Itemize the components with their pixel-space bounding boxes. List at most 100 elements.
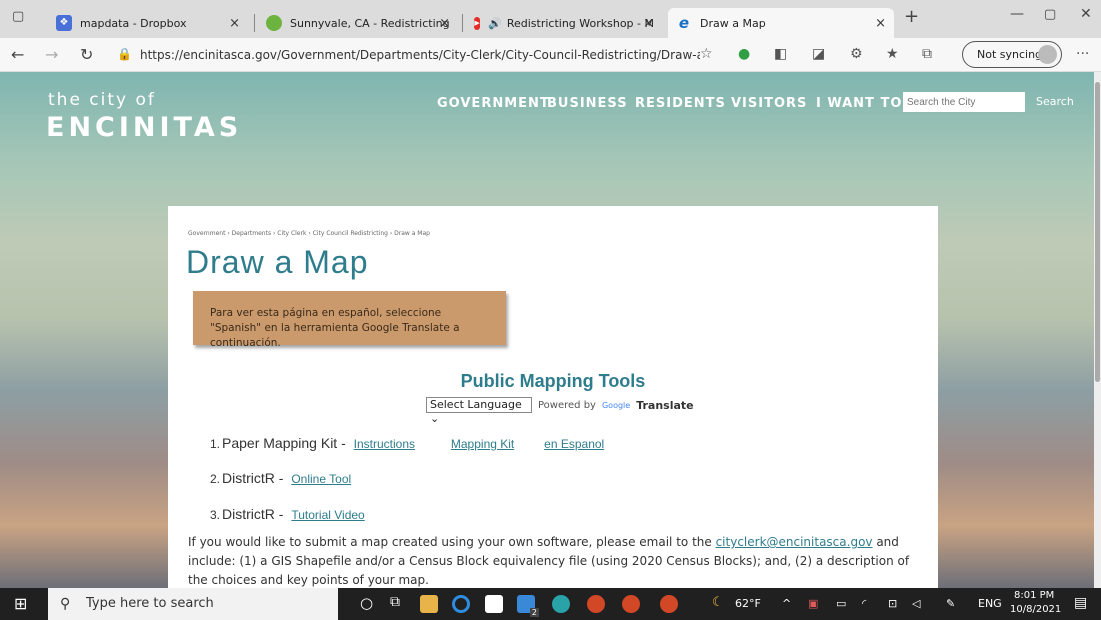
tab-actions-icon[interactable]: ▢ [12, 9, 24, 24]
email-link[interactable]: cityclerk@encinitasca.gov [716, 535, 873, 549]
nav-i-want-to[interactable]: I WANT TO [816, 96, 902, 111]
language-select-value: Select Language [430, 398, 522, 411]
more-menu-icon[interactable]: ··· [1076, 46, 1089, 62]
file-explorer-icon[interactable] [420, 595, 438, 613]
notification-badge-icon[interactable]: ▣ [808, 597, 818, 610]
refresh-icon[interactable]: ↻ [80, 45, 93, 64]
en-espanol-link[interactable]: en Espanol [544, 437, 604, 451]
powered-by-label: Powered by [538, 399, 596, 411]
browser-tab-bar: ▢ ❖ mapdata - Dropbox × Sunnyvale, CA - … [0, 0, 1101, 38]
close-icon[interactable]: × [229, 16, 240, 31]
cortana-icon[interactable]: ○ [360, 594, 373, 612]
logo-line2[interactable]: ENCINITAS [46, 112, 242, 143]
scrollbar[interactable] [1094, 72, 1101, 588]
edge-icon: e [678, 14, 690, 32]
tab-draw-a-map[interactable]: e Draw a Map × [668, 8, 894, 38]
logo-line1[interactable]: the city of [48, 90, 156, 110]
wifi-icon[interactable]: ◜ [862, 597, 866, 610]
tab-youtube[interactable]: ▶ 🔊 Redistricting Workshop - M × [466, 8, 662, 38]
add-favorite-icon[interactable]: ☆ [700, 46, 713, 62]
cortana-ring-icon[interactable] [452, 595, 470, 613]
language-select[interactable]: Select Language ⌄ [426, 397, 532, 425]
list-item: 1. Paper Mapping Kit - Instructions Mappi… [210, 435, 604, 451]
scrollbar-thumb[interactable] [1095, 82, 1100, 382]
weather-icon[interactable]: ☾ [712, 595, 724, 610]
nav-residents[interactable]: RESIDENTS [635, 96, 726, 111]
web-page: the city of ENCINITAS GOVERNMENT BUSINES… [0, 72, 1094, 588]
favorites-icon[interactable]: ★ [886, 46, 899, 62]
lock-icon[interactable]: 🔒 [117, 47, 132, 61]
pen-icon[interactable]: ✎ [946, 597, 955, 610]
forward-icon[interactable]: → [45, 45, 58, 64]
dropbox-icon: ❖ [56, 15, 72, 31]
language-indicator[interactable]: ENG [978, 597, 1002, 610]
extension-check-icon[interactable]: ● [738, 46, 750, 62]
item-label: DistrictR - [222, 470, 288, 486]
puzzle-icon[interactable]: ⚙ [850, 46, 863, 62]
clock-date[interactable]: 10/8/2021 [1010, 604, 1061, 615]
search-placeholder: Type here to search [86, 596, 214, 611]
mail-icon[interactable]: 2 [517, 595, 539, 617]
badge-count: 2 [529, 608, 539, 617]
new-tab-button[interactable]: + [904, 6, 919, 27]
collections-icon[interactable]: ⧉ [922, 46, 932, 62]
battery-icon[interactable]: ▭ [836, 597, 846, 610]
speaker-icon[interactable]: 🔊 [488, 17, 502, 30]
extension-icon[interactable]: ◧ [774, 46, 787, 62]
submit-instructions: If you would like to submit a map create… [188, 533, 923, 588]
item-number: 2. [210, 472, 221, 486]
section-title: Public Mapping Tools [460, 371, 646, 391]
extension-icon[interactable]: ◪ [812, 46, 825, 62]
powerpoint-icon[interactable] [622, 595, 640, 613]
back-icon[interactable]: ← [11, 45, 24, 64]
window-close-icon[interactable]: ✕ [1080, 6, 1092, 22]
close-icon[interactable]: × [875, 16, 886, 31]
nav-government[interactable]: GOVERNMENT [437, 96, 550, 111]
list-item: 2. DistrictR - Online Tool [210, 470, 351, 486]
edge-icon[interactable] [552, 595, 570, 613]
site-search-input[interactable] [903, 92, 1025, 112]
powerpoint-icon[interactable] [587, 595, 605, 613]
volume-icon[interactable]: ◁ [912, 597, 920, 610]
tab-label: Sunnyvale, CA - Redistricting [290, 16, 450, 30]
translate-widget: Select Language ⌄ Powered by Google Tran… [426, 397, 694, 425]
url-field[interactable]: https://encinitasca.gov/Government/Depar… [140, 48, 700, 62]
online-tool-link[interactable]: Online Tool [291, 472, 351, 486]
google-logo: Google [601, 400, 631, 410]
chevron-up-icon[interactable]: ^ [782, 597, 791, 610]
instructions-link[interactable]: Instructions [354, 437, 415, 451]
page-title: Draw a Map [186, 244, 369, 280]
site-search-button[interactable]: Search [1036, 95, 1074, 108]
tab-label: Draw a Map [700, 16, 766, 30]
list-item: 3. DistrictR - Tutorial Video [210, 506, 365, 522]
action-center-icon[interactable]: ▤ [1074, 595, 1087, 611]
nav-business[interactable]: BUSINESS [547, 96, 628, 111]
breadcrumb[interactable]: Government › Departments › City Clerk › … [188, 230, 430, 237]
tab-dropbox[interactable]: ❖ mapdata - Dropbox × [48, 8, 248, 38]
tab-label: mapdata - Dropbox [80, 16, 187, 30]
powerpoint-icon[interactable] [660, 595, 678, 613]
para-text: If you would like to submit a map create… [188, 535, 716, 549]
maximize-icon[interactable]: ▢ [1044, 7, 1056, 22]
weather-temp[interactable]: 62°F [735, 597, 761, 610]
tab-sunnyvale[interactable]: Sunnyvale, CA - Redistricting × [258, 8, 458, 38]
chevron-down-icon: ⌄ [430, 412, 440, 425]
tab-label: Redistricting Workshop - M [506, 16, 654, 30]
store-icon[interactable] [485, 595, 503, 613]
close-icon[interactable]: × [643, 16, 654, 31]
tutorial-video-link[interactable]: Tutorial Video [291, 508, 364, 522]
clock-time[interactable]: 8:01 PM [1014, 590, 1054, 601]
windows-start-icon[interactable]: ⊞ [14, 594, 27, 613]
nav-visitors[interactable]: VISITORS [731, 96, 807, 111]
sunnyvale-icon [266, 15, 282, 31]
mapping-kit-link[interactable]: Mapping Kit [451, 437, 514, 451]
taskbar-search-input[interactable]: ⚲ Type here to search [48, 588, 338, 620]
close-icon[interactable]: × [439, 16, 450, 31]
profile-sync-button[interactable]: Not syncing [962, 41, 1062, 68]
translate-label: Translate [636, 398, 694, 412]
minimize-icon[interactable]: — [1010, 6, 1024, 22]
task-view-icon[interactable]: ⧉ [390, 594, 400, 610]
item-number: 3. [210, 508, 221, 522]
search-icon: ⚲ [60, 596, 71, 612]
network-icon[interactable]: ⊡ [888, 597, 897, 610]
